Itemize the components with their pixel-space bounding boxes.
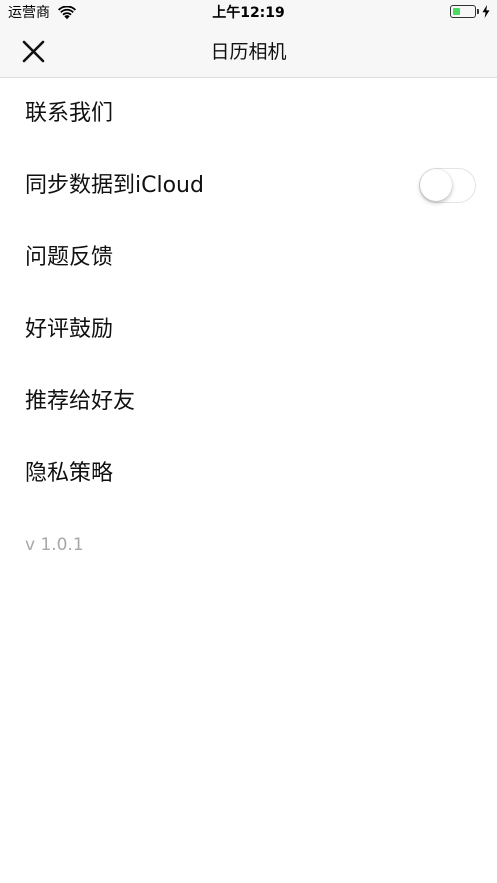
menu-item-icloud-sync: 同步数据到iCloud: [0, 150, 497, 222]
version-label: v 1.0.1: [25, 535, 84, 555]
status-bar: 运营商 上午12:19: [0, 0, 497, 27]
menu-item-label: 推荐给好友: [25, 389, 136, 414]
toggle-knob: [420, 169, 452, 201]
battery-level-fill: [453, 8, 460, 15]
status-time: 上午12:19: [212, 5, 285, 21]
menu-item-label: 同步数据到iCloud: [25, 173, 204, 198]
icloud-sync-toggle[interactable]: [419, 168, 476, 203]
battery-cap: [477, 9, 479, 14]
menu-item-privacy-policy[interactable]: 隐私策略: [0, 438, 497, 510]
menu-item-feedback[interactable]: 问题反馈: [0, 222, 497, 294]
battery-group: [450, 5, 490, 18]
menu-item-contact-us[interactable]: 联系我们: [0, 78, 497, 150]
navigation-bar: 日历相机: [0, 27, 497, 78]
menu-item-rate-app[interactable]: 好评鼓励: [0, 294, 497, 366]
app-screen: 运营商 上午12:19 日历相机 联系我们 同步数据到iCloud 问题反馈 好…: [0, 0, 497, 883]
settings-menu: 联系我们 同步数据到iCloud 问题反馈 好评鼓励 推荐给好友 隐私策略: [0, 78, 497, 510]
menu-item-label: 隐私策略: [25, 461, 114, 486]
menu-item-recommend[interactable]: 推荐给好友: [0, 366, 497, 438]
battery-icon: [450, 5, 476, 18]
menu-item-label: 问题反馈: [25, 245, 114, 270]
menu-item-label: 联系我们: [25, 101, 114, 126]
menu-item-label: 好评鼓励: [25, 317, 114, 342]
page-title: 日历相机: [210, 41, 287, 63]
charging-bolt-icon: [482, 5, 490, 18]
